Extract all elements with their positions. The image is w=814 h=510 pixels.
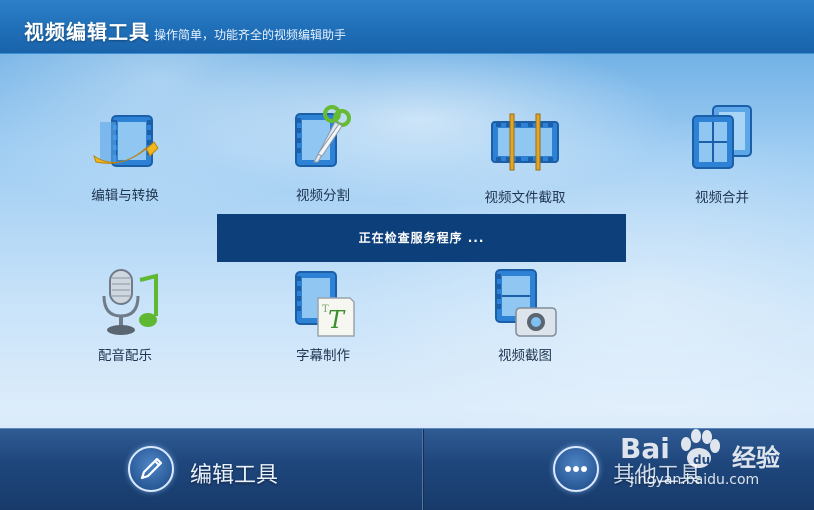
tool-split[interactable]: 视频分割 bbox=[253, 104, 393, 214]
app-window: 视频编辑工具 操作简单，功能齐全的视频编辑助手 编辑与转换 视频分割 视频文件截… bbox=[0, 0, 814, 510]
svg-text:T: T bbox=[328, 306, 346, 334]
tool-clip[interactable]: 视频文件截取 bbox=[455, 110, 595, 220]
tool-screenshot[interactable]: 视频截图 bbox=[455, 268, 595, 378]
film-scissors-icon bbox=[295, 105, 351, 167]
title-bar: 视频编辑工具 操作简单，功能齐全的视频编辑助手 bbox=[0, 0, 814, 54]
tool-label: 视频合并 bbox=[695, 190, 749, 206]
pencil-icon-circle bbox=[128, 446, 174, 492]
svg-text:T: T bbox=[322, 304, 329, 315]
microphone-music-icon bbox=[102, 269, 158, 335]
film-merge-icon bbox=[692, 105, 752, 169]
status-message: 正在检查服务程序 ... bbox=[217, 214, 626, 262]
tool-label: 视频截图 bbox=[498, 348, 552, 364]
app-title: 视频编辑工具 bbox=[24, 20, 150, 44]
app-subtitle: 操作简单，功能齐全的视频编辑助手 bbox=[154, 28, 347, 42]
bottom-nav: 编辑工具 其他工具 bbox=[0, 428, 814, 510]
tool-edit-convert[interactable]: 编辑与转换 bbox=[55, 112, 195, 222]
tool-label: 视频分割 bbox=[296, 188, 350, 204]
film-camera-icon bbox=[495, 269, 557, 337]
tab-edit-tools[interactable]: 编辑工具 bbox=[0, 429, 300, 510]
more-icon bbox=[565, 466, 587, 472]
tool-label: 视频文件截取 bbox=[484, 190, 566, 206]
tab-other-tools[interactable]: 其他工具 bbox=[423, 429, 723, 510]
film-subtitle-icon: T T bbox=[295, 271, 355, 337]
tool-label: 配音配乐 bbox=[98, 348, 152, 364]
pencil-icon bbox=[140, 457, 163, 480]
tool-subtitle[interactable]: T T 字幕制作 bbox=[253, 268, 393, 378]
tool-merge[interactable]: 视频合并 bbox=[652, 104, 792, 214]
more-icon-circle bbox=[553, 446, 599, 492]
tab-label: 编辑工具 bbox=[190, 463, 279, 488]
tool-label: 字幕制作 bbox=[296, 348, 350, 364]
tab-label: 其他工具 bbox=[613, 463, 702, 488]
film-arrow-icon bbox=[93, 115, 159, 167]
film-clip-icon bbox=[491, 113, 559, 171]
tool-label: 编辑与转换 bbox=[91, 188, 159, 204]
tool-dubbing[interactable]: 配音配乐 bbox=[55, 268, 195, 378]
